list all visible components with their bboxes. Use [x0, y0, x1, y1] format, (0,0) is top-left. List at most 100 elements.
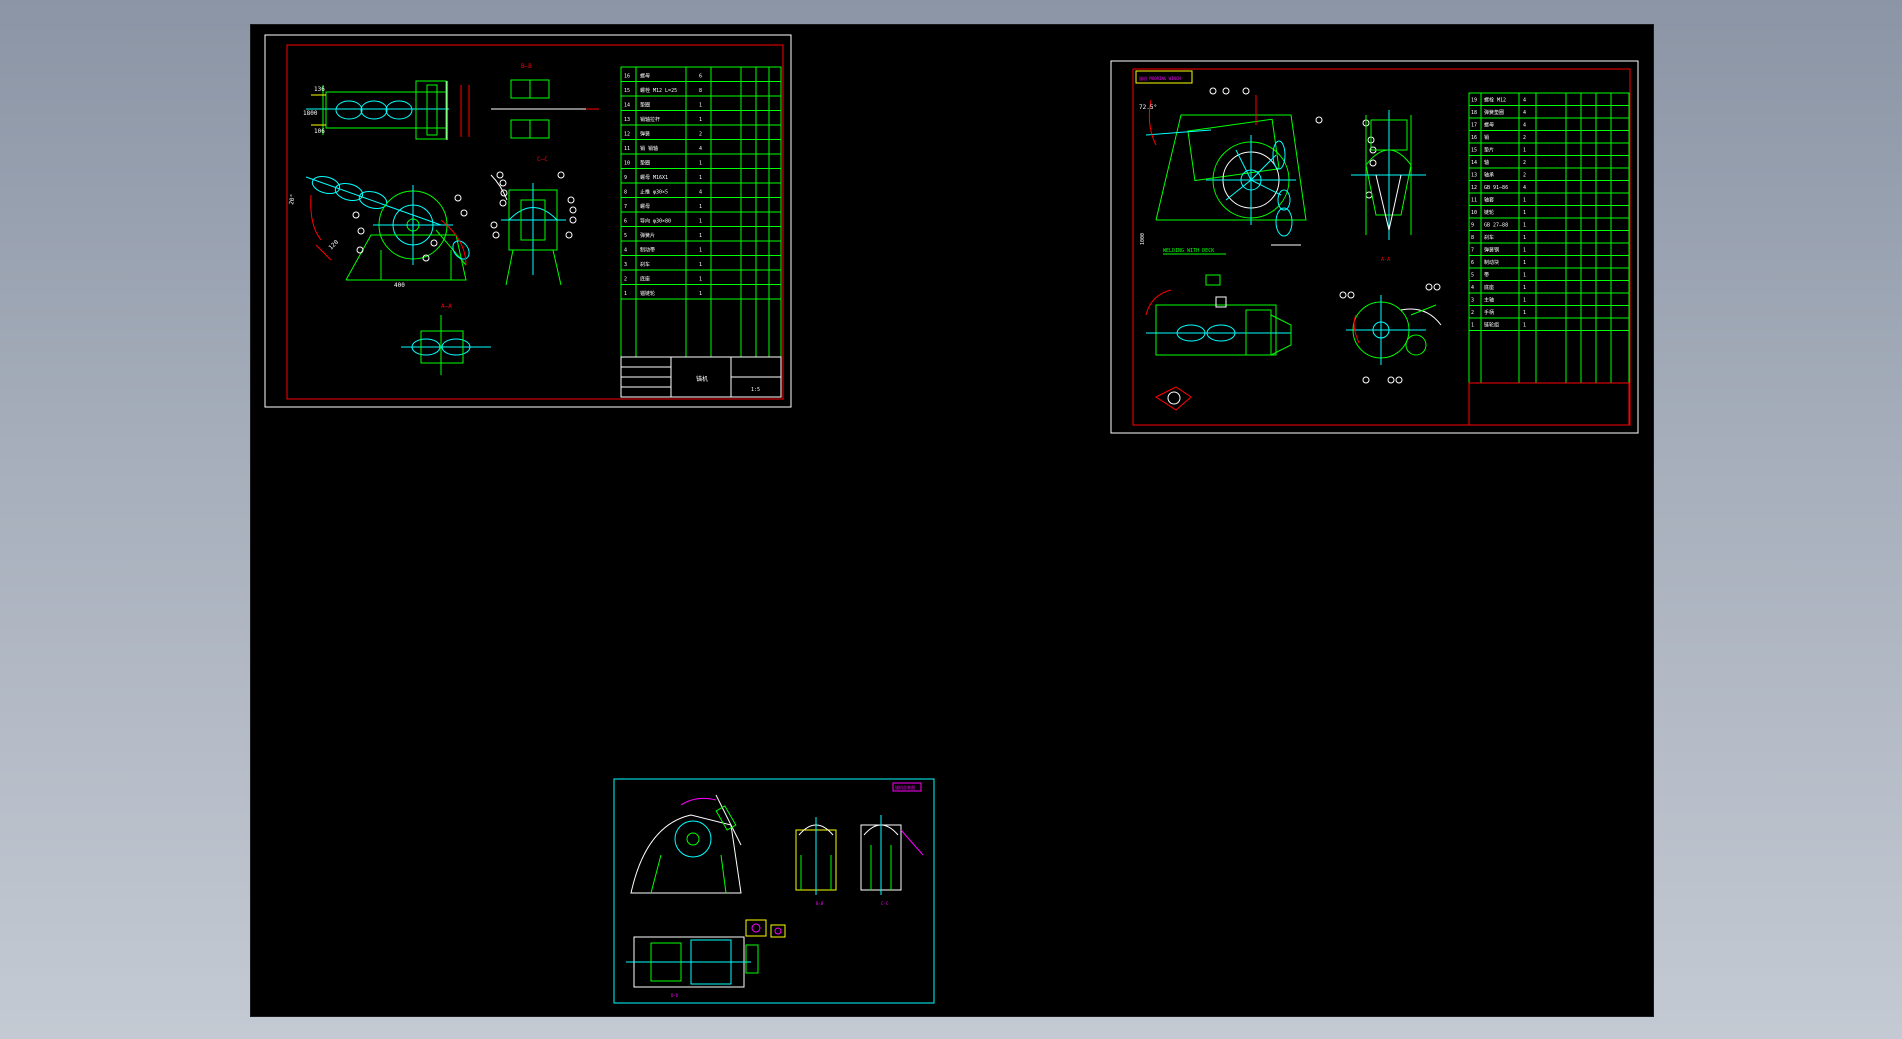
sheet1-section-cc — [490, 174, 566, 286]
sheet2-detail-view — [1346, 295, 1442, 365]
sheet1-bom-cell-qty: 1 — [699, 248, 702, 254]
sheet2-bom-cell-name: GB 91—86 — [1484, 185, 1508, 191]
sheet2-bom-cell-no: 15 — [1471, 148, 1477, 154]
cad-canvas[interactable]: 136 1800 106 B—B C—C A—A 20° 400 120 16 … — [251, 25, 1653, 1016]
sheet2-title-box-text: 锚机 MOORING WINCH — [1139, 75, 1181, 81]
sheet1-bom-cell-qty: 1 — [699, 262, 702, 268]
sheet2-bom-cell-name: 底座 — [1484, 284, 1494, 291]
sheet2-bom-cell-no: 3 — [1471, 298, 1474, 304]
sheet1-bom-cell-name: 刹车 — [640, 261, 650, 268]
sheet1-bom-cell-no: 3 — [624, 262, 627, 268]
sheet3-small-details — [745, 919, 786, 938]
sheet1-dim-text: 136 — [314, 86, 325, 93]
sheet1-bom-cell-qty: 1 — [699, 204, 702, 210]
sheet1-bom-cell-no: 9 — [624, 175, 627, 181]
sheet1-bom-cell-no: 10 — [624, 161, 630, 167]
sheet1-dim-text: 400 — [394, 282, 405, 289]
sheet1-bom-cell-name: 销 销轴 — [640, 145, 658, 152]
sheet2-bom-cell-no: 12 — [1471, 185, 1477, 191]
sheet2-bom-cell-qty: 4 — [1523, 185, 1526, 191]
sheet1-bom-cell-qty: 1 — [699, 277, 702, 283]
sheet2-bom-cell-qty: 1 — [1523, 273, 1526, 279]
drawing-sheet-2[interactable]: 锚机 MOORING WINCH 72.5° 1000 A-A WELDING … — [1110, 60, 1639, 434]
sheet1-bom-cell-name: 弹簧 — [640, 131, 650, 138]
drawing-sheet-1[interactable]: 136 1800 106 B—B C—C A—A 20° 400 120 16 … — [264, 34, 792, 408]
sheet1-section-label: C—C — [537, 156, 548, 163]
sheet1-bom-rows: 16 螺母 615 螺栓 M12 L=25 814 垫圈 113 销轴拉杆 112 弹簧 211 销 … — [621, 73, 781, 300]
sheet1-bom-cell-qty: 1 — [699, 175, 702, 181]
sheet1-bom-cell-name: 螺栓 M12 L=25 — [640, 87, 677, 94]
sheet1-outer-frame — [264, 34, 792, 408]
sheet3-section-label: D-D — [671, 993, 679, 998]
sheet2-bom-cell-name: 手柄 — [1484, 309, 1494, 316]
sheet1-bom-cell-name: 螺母 — [640, 73, 650, 80]
sheet1-title-text: 锚机 — [696, 375, 708, 383]
sheet2-bom-cell-no: 10 — [1471, 210, 1477, 216]
sheet2-bom-cell-qty: 1 — [1523, 248, 1526, 254]
sheet2-bom-cell-name: 螺母 — [1484, 122, 1494, 129]
sheet2-bom-cell-no: 11 — [1471, 198, 1477, 204]
sheet2-bom-cell-no: 16 — [1471, 135, 1477, 141]
sheet1-bom-cell-qty: 2 — [699, 132, 702, 138]
sheet2-bom-cell-name: 螺栓 M12 — [1484, 97, 1506, 104]
sheet1-bom-cell-no: 1 — [624, 291, 627, 297]
sheet2-dim-text: 1000 — [1140, 233, 1146, 245]
sheet2-bom-cell-no: 19 — [1471, 98, 1477, 104]
sheet1-dim-text: 20° — [288, 193, 297, 205]
sheet3-end-view — [860, 815, 924, 895]
sheet2-bom-cell-name: 刹车 — [1484, 234, 1494, 241]
sheet2-bom-cell-name: 轴承 — [1484, 172, 1494, 179]
sheet2-bom-cell-qty: 2 — [1523, 160, 1526, 166]
sheet1-dim-text: 106 — [314, 128, 325, 135]
sheet1-dim-text: 120 — [327, 239, 340, 252]
sheet2-bom-cell-no: 6 — [1471, 260, 1474, 266]
sheet2-side-view — [1145, 95, 1307, 246]
sheet3-section-label: B-B — [816, 901, 824, 906]
sheet2-bom-cell-qty: 1 — [1523, 223, 1526, 229]
sheet1-bom-cell-no: 2 — [624, 277, 627, 283]
sheet1-dim-text: 1800 — [303, 110, 318, 117]
sheet2-bom-cell-qty: 1 — [1523, 310, 1526, 316]
sheet2-bom-cell-qty: 1 — [1523, 298, 1526, 304]
sheet1-bom-cell-name: 螺母 — [640, 203, 650, 210]
sheet1-bom-cell-qty: 1 — [699, 117, 702, 123]
sheet1-bom-cell-name: 弹簧片 — [640, 232, 655, 239]
sheet2-bom-cell-qty: 1 — [1523, 198, 1526, 204]
sheet2-balloons — [1209, 87, 1377, 199]
cad-drawing-viewport[interactable]: 136 1800 106 B—B C—C A—A 20° 400 120 16 … — [250, 24, 1654, 1017]
sheet2-bom-cell-name: 轴套 — [1484, 197, 1494, 204]
sheet1-bom-cell-qty: 8 — [699, 88, 702, 94]
sheet1-section-label: A—A — [441, 303, 452, 310]
sheet1-bom-cell-name: 螺母 M16X1 — [640, 174, 668, 181]
sheet2-bom-cell-name: 主轴 — [1484, 297, 1494, 304]
sheet2-bom-cell-no: 2 — [1471, 310, 1474, 316]
sheet1-bom-cell-qty: 1 — [699, 233, 702, 239]
sheet3-side-view — [630, 794, 742, 894]
drawing-sheet-3[interactable]: 锚机总装图 B-B C-C D-D — [613, 778, 935, 1004]
sheet2-bom-cell-qty: 4 — [1523, 98, 1526, 104]
sheet2-bom-cell-qty: 1 — [1523, 235, 1526, 241]
sheet2-bom-cell-qty: 4 — [1523, 123, 1526, 129]
sheet2-bom-cell-no: 8 — [1471, 235, 1474, 241]
sheet1-section-aa — [401, 315, 491, 375]
sheet1-bom-cell-no: 15 — [624, 88, 630, 94]
sheet2-bom-cell-no: 14 — [1471, 160, 1477, 166]
sheet1-bom-cell-no: 7 — [624, 204, 627, 210]
sheet2-plan-view — [1145, 274, 1292, 356]
sheet1-bom-cell-no: 5 — [624, 233, 627, 239]
sheet2-bom-cell-qty: 1 — [1523, 148, 1526, 154]
sheet1-section-bb — [491, 79, 599, 139]
sheet2-bom-cell-name: 弹簧垫圈 — [1484, 109, 1504, 116]
sheet1-bom-cell-no: 8 — [624, 190, 627, 196]
sheet1-bom-cell-no: 16 — [624, 74, 630, 80]
sheet3-front-view — [795, 817, 837, 895]
sheet2-bom-cell-name: 销 — [1484, 134, 1489, 141]
sheet2-bom-cell-name: 轴 — [1484, 159, 1489, 166]
sheet1-bom-cell-name: 制动带 — [640, 247, 655, 254]
sheet1-bom-cell-name: 导向 φ30×80 — [640, 218, 671, 225]
sheet2-bom-cell-qty: 1 — [1523, 323, 1526, 329]
sheet2-bom-cell-qty: 1 — [1523, 260, 1526, 266]
sheet1-bom-cell-qty: 1 — [699, 291, 702, 297]
sheet2-bom-cell-qty: 2 — [1523, 173, 1526, 179]
sheet2-bom-cell-no: 1 — [1471, 323, 1474, 329]
